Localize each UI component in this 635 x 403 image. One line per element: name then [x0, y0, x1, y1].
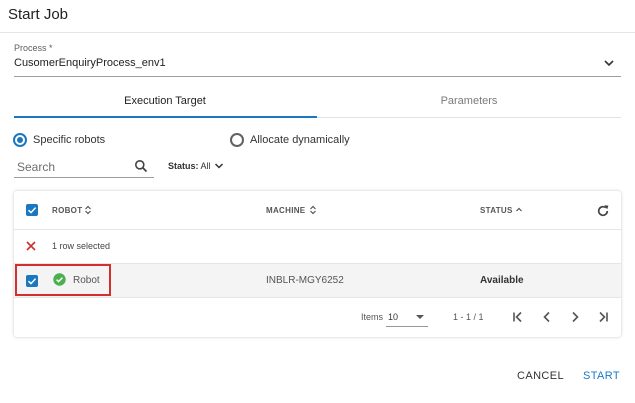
close-icon[interactable]	[25, 240, 37, 252]
caret-down-icon[interactable]	[416, 315, 424, 319]
search-underline	[14, 177, 154, 178]
start-button[interactable]: START	[583, 370, 620, 382]
selection-count: 1 row selected	[52, 241, 111, 251]
process-select-underline	[14, 76, 621, 77]
items-per-page-label: Items	[361, 312, 384, 322]
radio-allocate-dynamically-label[interactable]: Allocate dynamically	[250, 134, 350, 146]
highlight-box	[15, 264, 111, 296]
column-header-machine[interactable]: MACHINE	[266, 206, 305, 215]
process-select[interactable]: CusomerEnquiryProcess_env1	[14, 57, 166, 69]
sort-ascending-icon[interactable]	[515, 205, 523, 215]
machine-name: INBLR-MGY6252	[266, 275, 344, 286]
robot-status: Available	[480, 275, 524, 286]
tab-execution-target[interactable]: Execution Target	[14, 95, 316, 107]
search-input[interactable]: Search	[17, 160, 55, 174]
sort-icon[interactable]	[84, 205, 92, 215]
tab-parameters[interactable]: Parameters	[318, 95, 620, 107]
previous-page-icon[interactable]	[540, 310, 554, 324]
column-header-status[interactable]: STATUS	[480, 206, 513, 215]
next-page-icon[interactable]	[568, 310, 582, 324]
first-page-icon[interactable]	[511, 310, 525, 324]
radio-allocate-dynamically[interactable]	[230, 133, 244, 147]
column-header-robot[interactable]: ROBOT	[52, 206, 82, 215]
last-page-icon[interactable]	[596, 310, 610, 324]
cancel-button[interactable]: CANCEL	[517, 370, 564, 382]
select-all-checkbox[interactable]	[26, 204, 38, 216]
radio-specific-robots[interactable]	[13, 133, 27, 147]
check-icon	[27, 207, 37, 214]
radio-specific-robots-label[interactable]: Specific robots	[33, 134, 105, 146]
dialog-title: Start Job	[8, 6, 69, 23]
chevron-down-icon[interactable]	[602, 56, 616, 70]
chevron-down-icon[interactable]	[213, 160, 225, 172]
items-per-page-underline	[386, 326, 428, 327]
status-filter-value: All	[200, 161, 211, 171]
search-icon[interactable]	[134, 159, 148, 173]
sort-icon[interactable]	[309, 205, 317, 215]
title-divider	[0, 32, 635, 33]
status-filter[interactable]: Status: All	[168, 161, 211, 171]
status-filter-label: Status:	[168, 161, 199, 171]
items-per-page-select[interactable]: 10	[388, 312, 398, 322]
page-range: 1 - 1 / 1	[453, 312, 484, 322]
active-tab-indicator	[14, 116, 317, 118]
header-divider	[14, 229, 621, 230]
refresh-icon[interactable]	[596, 204, 610, 218]
row-divider	[14, 297, 621, 298]
process-field-label: Process *	[14, 43, 53, 53]
